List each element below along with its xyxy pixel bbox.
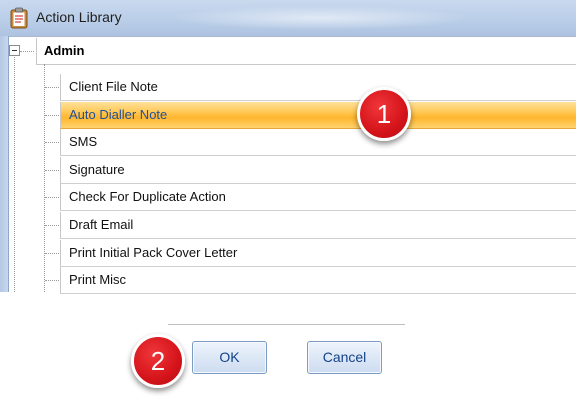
tree-connector-line [44,64,45,292]
tree-item[interactable]: Draft Email [60,212,576,239]
tree-connector-line [45,197,59,198]
collapse-icon[interactable] [9,45,20,56]
ok-button[interactable]: OK [192,341,267,374]
tree-connector-line [45,87,59,88]
tree-connector-line [45,170,59,171]
tree-connector-line [45,142,59,143]
title-bar[interactable]: Action Library [0,0,576,36]
tree-item-label: SMS [69,134,98,149]
callout-badge-1: 1 [357,87,411,141]
tree-item[interactable]: Check For Duplicate Action [60,184,576,211]
window-frame-left [0,36,8,292]
tree-item-label: Auto Dialler Note [69,107,168,122]
title-bar-glow [170,6,470,30]
tree-connector-line [45,253,59,254]
tree-connector-line [45,225,59,226]
tree-node-admin-label: Admin [44,43,85,58]
tree-connector-line [14,57,15,292]
tree-item[interactable]: Print Misc [60,267,576,294]
cancel-button[interactable]: Cancel [307,341,382,374]
tree-item-label: Print Initial Pack Cover Letter [69,245,238,260]
separator-line [168,324,405,325]
clipboard-icon [10,7,28,29]
tree-item[interactable]: SMS [60,129,576,156]
tree-item[interactable]: Signature [60,157,576,184]
tree-connector-line [45,280,59,281]
tree-item-label: Draft Email [69,217,134,232]
tree-connector-line [45,115,59,116]
tree-item-label: Client File Note [69,79,158,94]
tree-node-admin[interactable] [36,38,576,65]
tree-connector-line [20,51,34,52]
tree-item[interactable]: Auto Dialler Note [60,102,576,129]
tree-item-label: Signature [69,162,125,177]
tree-item[interactable]: Print Initial Pack Cover Letter [60,240,576,267]
tree-item-label: Check For Duplicate Action [69,189,226,204]
callout-badge-2: 2 [131,334,185,388]
window-title: Action Library [36,9,122,25]
tree-item-label: Print Misc [69,272,127,287]
tree-item[interactable]: Client File Note [60,74,576,101]
